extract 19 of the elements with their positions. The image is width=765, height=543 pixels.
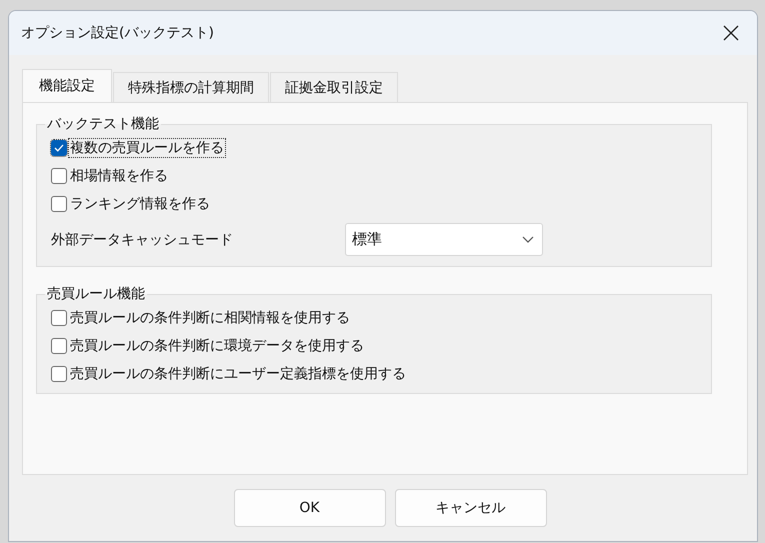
check-icon xyxy=(54,144,64,152)
field-label: 外部データキャッシュモード xyxy=(51,230,233,248)
dialog-button[interactable]: OK xyxy=(234,489,386,527)
dropdown[interactable]: 標準 xyxy=(345,223,543,256)
close-icon xyxy=(723,25,739,41)
tab[interactable]: 特殊指標の計算期間 xyxy=(113,72,269,102)
checkbox[interactable]: 売買ルールの条件判断に相関情報を使用する xyxy=(51,309,351,327)
group-title: 売買ルール機能 xyxy=(46,285,146,303)
tab[interactable]: 証拠金取引設定 xyxy=(270,72,398,102)
chevron-down-icon xyxy=(522,236,534,243)
checkbox[interactable]: 複数の売買ルールを作る xyxy=(51,139,225,157)
checkbox[interactable]: 売買ルールの条件判断に環境データを使用する xyxy=(51,337,365,355)
checkbox[interactable]: 売買ルールの条件判断にユーザー定義指標を使用する xyxy=(51,365,407,383)
window-title: オプション設定(バックテスト) xyxy=(21,24,214,42)
tab[interactable]: 機能設定 xyxy=(22,69,112,102)
checkbox[interactable]: 相場情報を作る xyxy=(51,167,169,185)
dialog-button[interactable]: キャンセル xyxy=(394,489,546,527)
group-title: バックテスト機能 xyxy=(46,115,160,133)
checkbox[interactable]: ランキング情報を作る xyxy=(51,195,211,213)
